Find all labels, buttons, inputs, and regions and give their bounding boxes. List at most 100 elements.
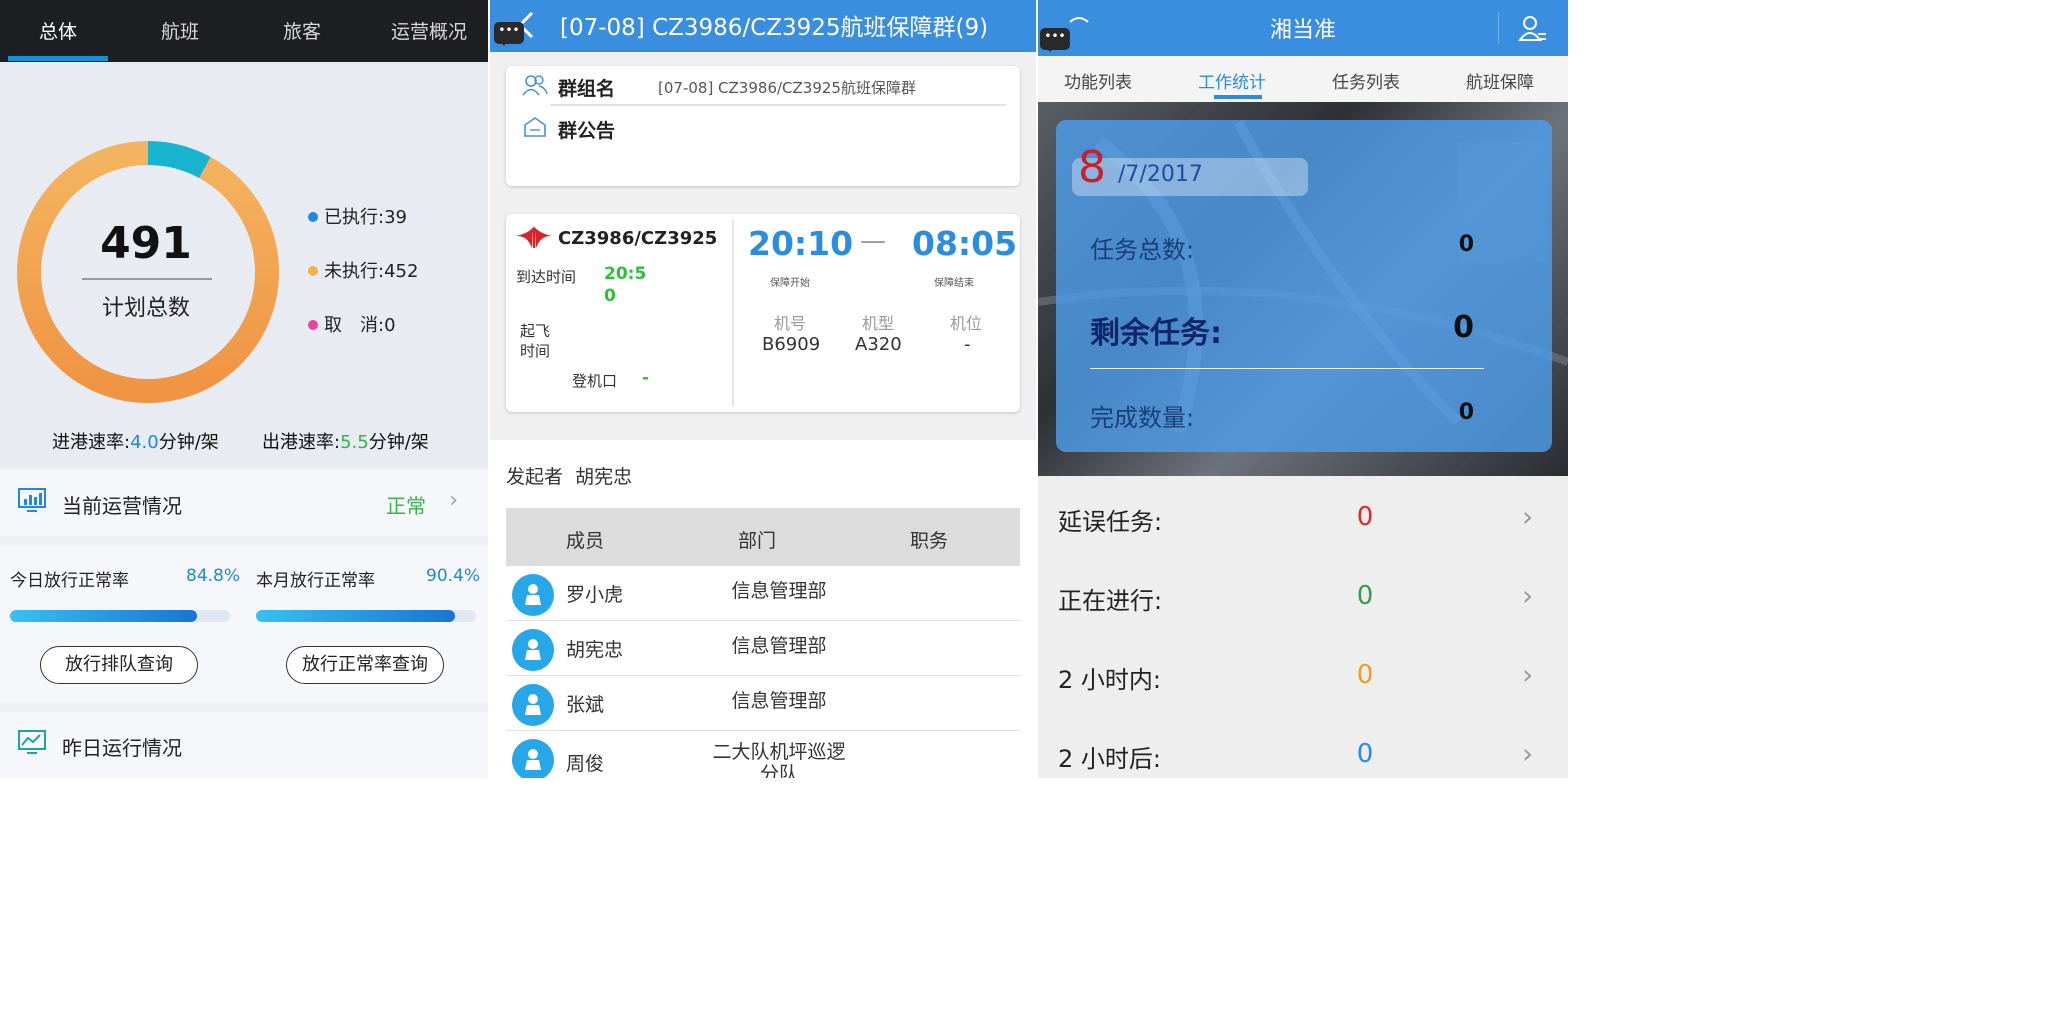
work-statistics-panel: ••• 湘当准 功能列表 工作统计 任务列表 航班保障 8 /7/2017 任务…: [1038, 0, 1568, 778]
operations-status: 正常: [386, 494, 426, 518]
pending-dot-icon: [308, 266, 318, 276]
cancelled-dot-icon: [308, 320, 318, 330]
today-rate-value: 84.8%: [186, 566, 241, 586]
today-rate-label: 今日放行正常率: [10, 571, 129, 591]
legend-cancelled: 取 消:0: [308, 311, 396, 337]
member-row[interactable]: 周俊 二大队机坪巡逻 分队: [506, 731, 1020, 778]
group-info-card: 群组名 [07-08] CZ3986/CZ3925航班保障群 群公告: [506, 66, 1020, 186]
member-row[interactable]: 张斌 信息管理部: [506, 676, 1020, 731]
tab-passengers[interactable]: 旅客: [252, 0, 352, 62]
after-2-hours-label: 2 小时后:: [1058, 745, 1161, 773]
tab-overall[interactable]: 总体: [8, 0, 108, 62]
legend-pending-text: 未执行:452: [324, 261, 419, 282]
tab-work-statistics[interactable]: 工作统计: [1198, 68, 1266, 93]
remaining-tasks-value: 0: [1453, 310, 1474, 345]
donut-slice-pending: [17, 141, 279, 403]
group-header: ••• [07-08] CZ3986/CZ3925航班保障群(9): [490, 0, 1036, 52]
member-avatar-icon: [512, 684, 554, 726]
gate-value: -: [642, 368, 650, 388]
release-queue-query-button[interactable]: 放行排队查询: [40, 646, 198, 684]
time-dash: —: [860, 226, 886, 256]
in-progress-tasks-value: 0: [1356, 581, 1374, 611]
total-plan-label: 计划总数: [101, 296, 190, 321]
app-title: 湘当准: [1269, 18, 1336, 43]
chevron-right-icon: ›: [1522, 737, 1534, 770]
gate-label: 登机口: [572, 372, 618, 390]
month-rate-value: 90.4%: [426, 566, 481, 586]
work-statistics-card: 8 /7/2017 任务总数: 0 剩余任务: 0 完成数量: 0: [1056, 120, 1552, 452]
legend-executed: 已执行:39: [308, 203, 407, 229]
flight-info-card: CZ3986/CZ3925 到达时间 20:5 0 起飞 时间 登机口 - 20…: [506, 214, 1020, 412]
month-rate-bar-fill: [256, 610, 455, 622]
arrival-time-value-cont: 0: [604, 286, 616, 306]
within-2-hours-row[interactable]: 2 小时内: 0 ›: [1038, 636, 1568, 715]
release-rate-query-button[interactable]: 放行正常率查询: [286, 646, 444, 684]
initiator-label: 发起者: [506, 466, 564, 488]
inbound-rate-label: 进港速率:: [52, 432, 131, 453]
tab-function-list[interactable]: 功能列表: [1064, 68, 1132, 93]
chevron-right-icon: ›: [1522, 658, 1534, 691]
top-tab-bar: 总体 航班 旅客 运营概况: [0, 0, 488, 62]
in-progress-tasks-label: 正在进行:: [1058, 587, 1163, 615]
member-department: 二大队机坪巡逻 分队: [694, 741, 864, 778]
plan-donut-chart: [17, 141, 279, 403]
legend-pending: 未执行:452: [308, 257, 418, 283]
chevron-right-icon: ›: [1522, 579, 1534, 612]
inbound-rate-unit: 分钟/架: [158, 432, 219, 453]
tab-flights[interactable]: 航班: [130, 0, 230, 62]
total-tasks-value: 0: [1458, 232, 1474, 257]
date-month-year: /7/2017: [1118, 162, 1203, 187]
current-operations-row[interactable]: 当前运营情况 正常 ›: [0, 470, 488, 536]
outbound-rate: 出港速率:5.5分钟/架: [262, 428, 429, 454]
yesterday-operations-title: 昨日运行情况: [62, 736, 182, 760]
member-row[interactable]: 胡宪忠 信息管理部: [506, 621, 1020, 676]
group-members-icon: [522, 75, 548, 96]
after-2-hours-row[interactable]: 2 小时后: 0 ›: [1038, 715, 1568, 778]
executed-dot-icon: [308, 212, 318, 222]
total-tasks-label: 任务总数:: [1090, 236, 1195, 264]
total-divider: [82, 278, 212, 280]
member-department: 信息管理部: [731, 635, 827, 657]
today-rate-bar: [10, 610, 230, 622]
support-end-label: 保障结束: [934, 278, 974, 289]
active-tab-indicator: [1214, 95, 1262, 99]
within-2-hours-label: 2 小时内:: [1058, 666, 1161, 694]
group-name-label: 群组名: [558, 78, 616, 100]
member-avatar-icon: [512, 739, 554, 778]
inbound-rate-value: 4.0: [130, 432, 159, 453]
outbound-rate-unit: 分钟/架: [368, 432, 429, 453]
member-row[interactable]: 罗小虎 信息管理部: [506, 566, 1020, 621]
yesterday-operations-row[interactable]: 昨日运行情况: [0, 712, 488, 778]
legend-cancelled-text: 取 消:0: [324, 315, 396, 336]
monitor-line-chart-icon: [18, 730, 46, 754]
members-table-header: 成员 部门 职务: [506, 508, 1020, 566]
in-progress-tasks-row[interactable]: 正在进行: 0 ›: [1038, 557, 1568, 636]
member-name: 周俊: [566, 753, 605, 775]
member-department-line2: 分队: [759, 763, 798, 778]
delayed-tasks-value: 0: [1356, 502, 1374, 532]
chat-bubble-icon[interactable]: •••: [494, 22, 524, 46]
monitor-chart-icon: [18, 488, 46, 512]
date-day: 8: [1078, 142, 1106, 193]
app-header: ••• 湘当准: [1038, 0, 1568, 56]
tab-operations-overview[interactable]: 运营概况: [374, 0, 484, 62]
flight-card-divider: [732, 220, 734, 406]
announcement-icon: [524, 117, 546, 137]
month-rate-bar: [256, 610, 476, 622]
legend-executed-text: 已执行:39: [324, 207, 407, 228]
today-rate-bar-fill: [10, 610, 197, 622]
user-profile-icon[interactable]: [1518, 14, 1548, 42]
delayed-tasks-row[interactable]: 延误任务: 0 ›: [1038, 478, 1568, 557]
tab-flight-support[interactable]: 航班保障: [1466, 68, 1534, 93]
month-rate-label: 本月放行正常率: [256, 571, 375, 591]
member-name: 罗小虎: [566, 584, 624, 606]
position-column-header: 职务: [910, 530, 949, 552]
stand-value: -: [964, 334, 971, 355]
tab-task-list[interactable]: 任务列表: [1332, 68, 1400, 93]
chevron-right-icon: ›: [1522, 500, 1534, 533]
support-end-time: 08:05: [912, 224, 1018, 263]
flight-number: CZ3986/CZ3925: [558, 228, 718, 249]
arrival-time-value: 20:5: [604, 264, 647, 284]
initiator-name: 胡宪忠: [575, 466, 633, 488]
outbound-rate-value: 5.5: [340, 432, 369, 453]
